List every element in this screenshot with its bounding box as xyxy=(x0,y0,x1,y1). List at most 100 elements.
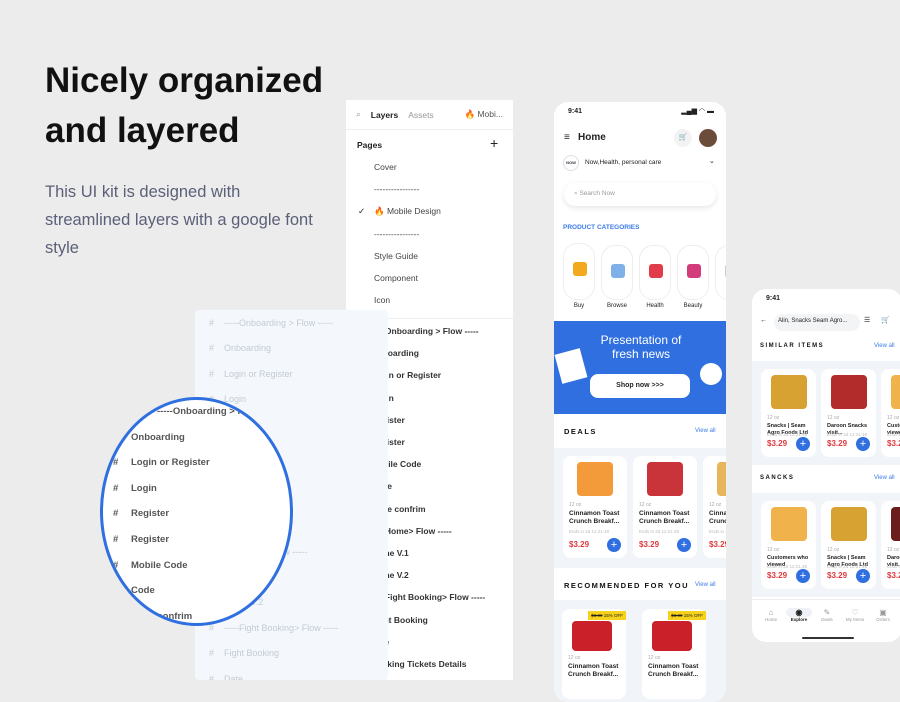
search-input[interactable]: Alin, Snacks Seam Agro... xyxy=(774,314,860,331)
page-title: Home xyxy=(578,132,606,143)
category-label: Beauty xyxy=(683,303,703,309)
page-item[interactable]: 🔥 Mobile Design xyxy=(374,206,441,217)
lens-layer-item[interactable]: Onboarding xyxy=(113,431,185,443)
product-card[interactable]: 12 oz Cinnamon Toast Crunch Breakf... Ends… xyxy=(703,456,726,558)
page-item[interactable]: Icon xyxy=(374,295,390,305)
category-health[interactable] xyxy=(639,245,671,300)
category-label: Browse xyxy=(606,303,627,309)
layer-label: Login or Register xyxy=(224,368,293,379)
page-item[interactable]: Style Guide xyxy=(374,251,418,261)
page-item[interactable]: ---------------- xyxy=(374,184,419,194)
category-label: Buy xyxy=(573,303,585,309)
frame-icon: # xyxy=(113,534,119,545)
view-all-similar-link[interactable]: View all xyxy=(874,343,895,349)
add-to-cart-button[interactable]: + xyxy=(856,569,870,583)
lens-layer-item[interactable]: # Mobile Code xyxy=(113,559,187,571)
tab-assets[interactable]: Assets xyxy=(408,110,434,120)
lens-layer-item[interactable]: # Register xyxy=(113,534,169,545)
product-image xyxy=(891,375,900,409)
product-card[interactable]: 12 ozCustomers who viewedEnds in 2d 12:2… xyxy=(881,369,900,457)
lens-layer-item[interactable]: # Login or Register xyxy=(113,457,210,468)
tab-label: Orders xyxy=(876,617,890,622)
tab-icon: ▣ xyxy=(879,608,887,617)
recommended-card[interactable]: $3.89 15% OFF 12 oz Cinnamon Toast Crunch … xyxy=(562,609,626,699)
discount-badge: $3.89 15% OFF xyxy=(668,611,706,620)
search-icon[interactable]: ⌕ xyxy=(356,109,361,120)
product-size: 12 oz xyxy=(568,655,581,661)
product-size: 12 oz xyxy=(887,415,900,421)
recommended-card[interactable]: $3.89 15% OFF 12 oz Cinnamon Toast Crunch … xyxy=(642,609,706,699)
product-card[interactable]: 12 oz Cinnamon Toast Crunch Breakf... Ends… xyxy=(633,456,697,558)
add-to-cart-button[interactable]: + xyxy=(607,538,621,552)
search-input[interactable]: ⌕ Search Now xyxy=(564,183,716,206)
tab-my-items[interactable]: ♡ My Items xyxy=(842,608,868,622)
add-to-cart-button[interactable]: + xyxy=(796,569,810,583)
page-item[interactable]: ---------------- xyxy=(374,229,419,239)
add-to-cart-button[interactable]: + xyxy=(796,437,810,451)
tab-layers[interactable]: Layers xyxy=(371,110,398,120)
lens-layer-item[interactable]: # Login xyxy=(113,483,157,494)
layer-label: -----Onboarding > Flow ----- xyxy=(224,318,333,328)
product-size: 12 oz xyxy=(648,655,661,661)
product-card[interactable]: 12 oz Cinnamon Toast Crunch Breakf... Ends… xyxy=(563,456,627,558)
phone-home: 9:41 ▂▄▆ ◠ ▬ ≡ Home 🛒 NOW Now,Health, pe… xyxy=(554,102,726,702)
product-name: Cinnamon Toast Crunch Breakf... xyxy=(648,663,699,678)
category-browse[interactable] xyxy=(601,245,633,300)
tab-explore[interactable]: ◉ Explore xyxy=(786,608,812,622)
old-price: $3.89 xyxy=(671,613,683,618)
discount: 15% OFF xyxy=(683,613,703,618)
deal-ends: Ends in 2d 12:21:48 xyxy=(639,529,680,534)
product-size: 12 oz xyxy=(887,547,900,553)
filter-icon[interactable]: ☰ xyxy=(864,316,870,324)
lens-layer-item[interactable]: -----Onboarding > Flow ----- xyxy=(139,406,278,417)
description: This UI kit is designed with streamlined… xyxy=(45,183,313,257)
category-icon xyxy=(725,264,726,278)
view-all-recommended-link[interactable]: View all xyxy=(695,582,716,588)
chevron-down-icon[interactable]: ⌄ xyxy=(709,157,715,165)
cart-icon[interactable]: 🛒 xyxy=(674,129,692,147)
tab-label: My Items xyxy=(845,617,865,622)
banner-title: Presentation of fresh news xyxy=(600,333,682,361)
lens-layer-item[interactable]: # Register xyxy=(113,508,169,519)
pages-title: Pages xyxy=(357,140,383,150)
frame-icon: # xyxy=(113,559,119,571)
lens-layer-item[interactable]: Code xyxy=(113,585,155,596)
location-selector[interactable]: Now,Health, personal care xyxy=(585,159,661,166)
product-image xyxy=(771,375,807,409)
product-card[interactable]: 12 ozDaroon Snacks visit...Ends in 2d 12… xyxy=(881,501,900,589)
status-time: 9:41 xyxy=(568,108,583,115)
menu-icon[interactable]: ≡ xyxy=(564,132,570,143)
faded-layer-item: # Onboarding xyxy=(209,343,281,353)
category-buy[interactable] xyxy=(563,243,595,300)
tab-home[interactable]: ⌂ Home xyxy=(758,608,784,622)
page-item[interactable]: Cover xyxy=(374,162,397,172)
product-card[interactable]: 12 ozDaroon Snacks visit...Ends in 2d 12… xyxy=(821,369,876,457)
shop-now-button[interactable]: Shop now >>> xyxy=(590,374,690,398)
avatar[interactable] xyxy=(699,129,717,147)
add-page-button[interactable]: + xyxy=(490,135,498,151)
view-all-deals-link[interactable]: View all xyxy=(695,428,716,434)
deal-ends: Ends in 2d 12:21:48 xyxy=(569,529,610,534)
product-card[interactable]: 12 oz Snacks | Seam Agro Foods Ltd Ends in… xyxy=(821,501,876,589)
tab-deals[interactable]: ✎ Deals xyxy=(814,608,840,622)
salad-illustration xyxy=(700,363,722,385)
cart-icon[interactable]: 🛒 xyxy=(881,316,890,324)
layer-label: Onboarding xyxy=(131,431,185,443)
page-selector[interactable]: 🔥 Mobi... xyxy=(465,109,503,120)
category-d[interactable] xyxy=(715,245,726,300)
frame-icon: # xyxy=(209,673,215,680)
tab-orders[interactable]: ▣ Orders xyxy=(870,608,896,622)
add-to-cart-button[interactable]: + xyxy=(677,538,691,552)
category-beauty[interactable] xyxy=(677,245,709,300)
page-item[interactable]: Component xyxy=(374,273,418,283)
lens-layer-item[interactable]: Code confrim xyxy=(113,610,193,622)
view-all-snacks-link[interactable]: View all xyxy=(874,475,895,481)
back-arrow-icon[interactable]: ← xyxy=(760,317,767,324)
product-card[interactable]: 12 oz Snacks | Seam Agro Foods Ltd Ends in… xyxy=(761,369,816,457)
add-to-cart-button[interactable]: + xyxy=(856,437,870,451)
product-card[interactable]: 12 ozCustomers who viewedEnds in 2d 12:2… xyxy=(761,501,816,589)
product-image xyxy=(891,507,900,541)
tab-label: Explore xyxy=(790,617,808,622)
layer-label: Code confrim xyxy=(131,610,193,622)
search-placeholder: Search Now xyxy=(579,190,615,197)
